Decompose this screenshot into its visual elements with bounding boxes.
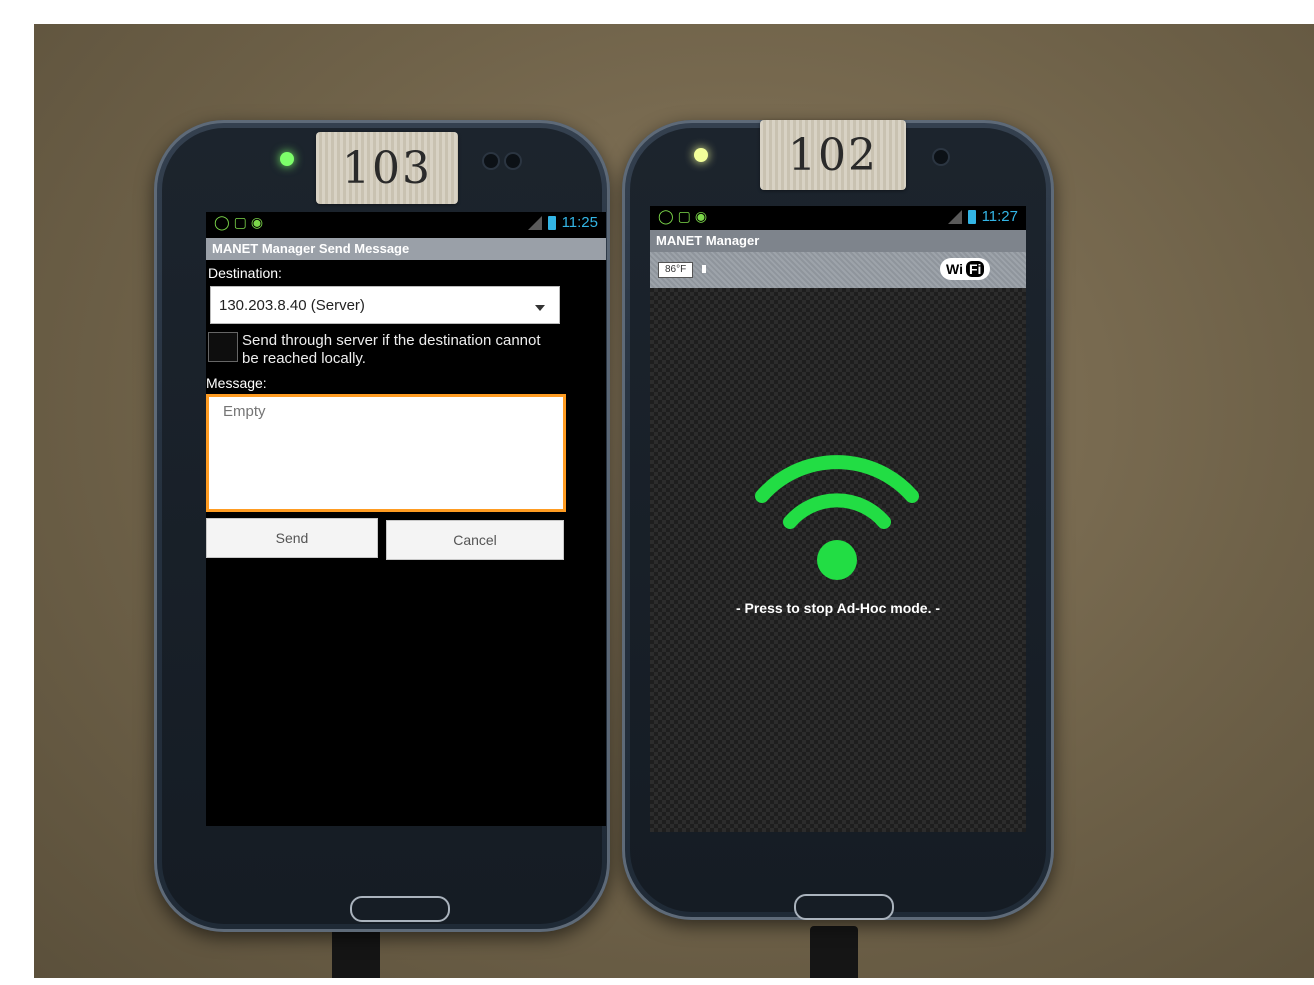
usb-cable-right: [810, 926, 858, 978]
wifi-arc-outer: [755, 455, 919, 503]
status-icons-left: ◯▢◉: [214, 214, 268, 230]
status-icons-left: ◯▢◉: [658, 208, 712, 224]
front-camera: [934, 150, 948, 164]
wifi-toggle-icon[interactable]: [754, 436, 920, 584]
screen: ◯▢◉ 11:25 MANET Manager Send Message Des…: [206, 212, 606, 826]
destination-spinner[interactable]: 130.203.8.40 (Server): [210, 286, 560, 324]
checkbox-label-line2: be reached locally.: [242, 350, 366, 367]
home-button[interactable]: [794, 894, 894, 920]
status-bar: ◯▢◉ 11:25: [206, 212, 606, 234]
cancel-button[interactable]: Cancel: [386, 520, 564, 560]
info-bar: 86°F Wi Fi: [650, 252, 1026, 288]
status-bar: ◯▢◉ 11:27: [650, 206, 1026, 228]
wifi-arc-middle: [783, 493, 891, 529]
phone-102: 102 ◯▢◉ 11:27 MANET Manager 86°F Wi Fi -…: [622, 120, 1054, 920]
device-tag: 102: [760, 120, 906, 190]
usb-cable-left: [332, 926, 380, 978]
screen: ◯▢◉ 11:27 MANET Manager 86°F Wi Fi - Pre…: [650, 206, 1026, 832]
wifi-logo: Wi Fi: [940, 258, 991, 280]
device-tag-label: 103: [342, 142, 432, 194]
front-camera: [484, 154, 498, 168]
signal-icon: [527, 215, 542, 230]
phone-103: 103 ◯▢◉ 11:25 MANET Manager Send Message…: [154, 120, 610, 932]
app-titlebar: MANET Manager Send Message: [206, 238, 606, 260]
status-icons-right: 11:25: [527, 214, 598, 231]
notification-led: [280, 152, 294, 166]
app-titlebar: MANET Manager: [650, 230, 1026, 252]
status-time: 11:27: [981, 208, 1018, 225]
status-time: 11:25: [561, 214, 598, 231]
press-to-stop-label[interactable]: - Press to stop Ad-Hoc mode. -: [650, 600, 1026, 616]
message-label: Message:: [206, 375, 267, 391]
temperature-badge: 86°F: [658, 262, 694, 278]
message-input[interactable]: [206, 394, 566, 512]
battery-charging-icon: [967, 209, 976, 224]
home-button[interactable]: [350, 896, 450, 922]
device-tag: 103: [316, 132, 458, 204]
battery-icon: [547, 215, 556, 230]
destination-value: 130.203.8.40 (Server): [219, 296, 365, 314]
checkbox-label-line1: Send through server if the destination c…: [242, 332, 541, 349]
proximity-sensor: [506, 154, 520, 168]
notification-led: [694, 148, 708, 162]
chevron-down-icon: [535, 305, 545, 311]
send-through-server-checkbox[interactable]: [208, 332, 238, 362]
send-through-server-label: Send through server if the destination c…: [242, 332, 582, 368]
send-button[interactable]: Send: [206, 518, 378, 558]
signal-icon: [947, 209, 962, 224]
wifi-dot: [817, 540, 857, 580]
wifi-logo-wi: Wi: [946, 261, 963, 277]
status-icons-right: 11:27: [947, 208, 1018, 225]
photo-background: 103 ◯▢◉ 11:25 MANET Manager Send Message…: [34, 24, 1314, 978]
destination-label: Destination:: [208, 265, 282, 281]
device-tag-label: 102: [788, 129, 878, 181]
battery-nub-icon: [702, 265, 706, 273]
wifi-logo-fi: Fi: [965, 261, 985, 277]
